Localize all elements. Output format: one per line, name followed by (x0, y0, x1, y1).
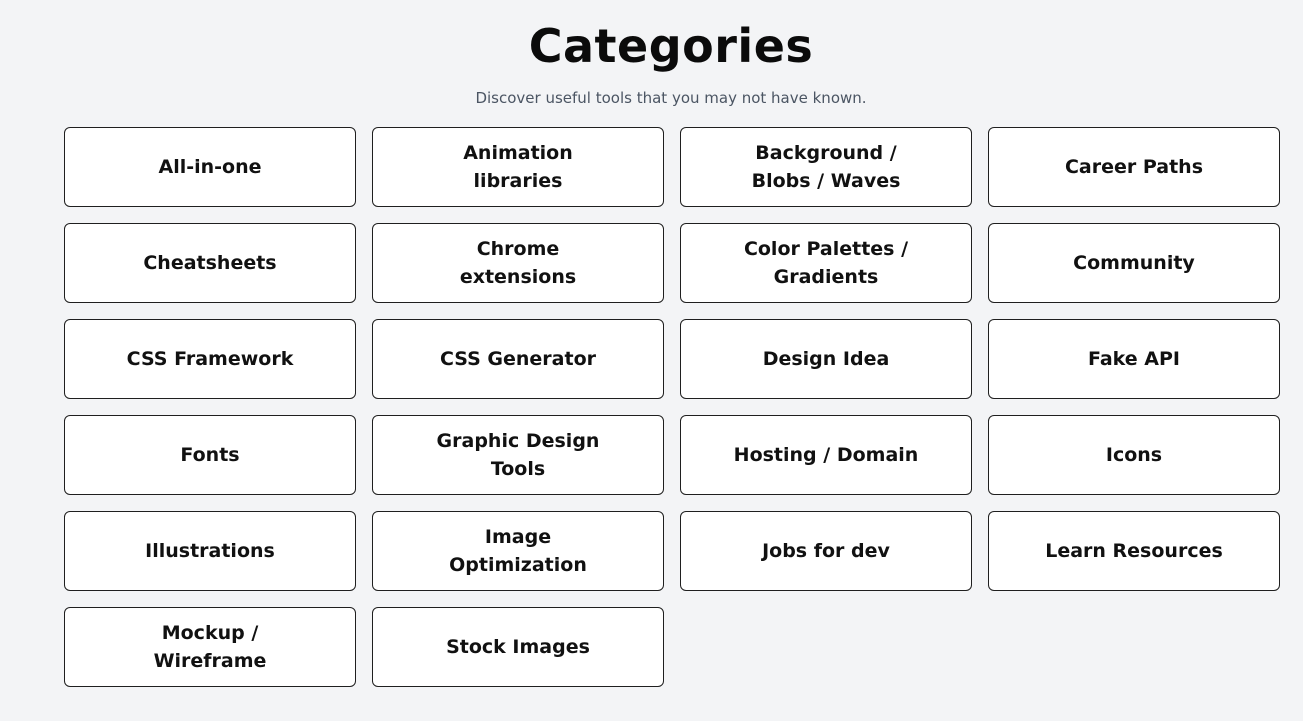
category-card-all-in-one[interactable]: All-in-one (64, 127, 356, 207)
category-card-hosting-domain[interactable]: Hosting / Domain (680, 415, 972, 495)
category-card-career-paths[interactable]: Career Paths (988, 127, 1280, 207)
category-card-icons[interactable]: Icons (988, 415, 1280, 495)
category-grid: All-in-one Animation libraries Backgroun… (64, 127, 1280, 687)
category-card-jobs-for-dev[interactable]: Jobs for dev (680, 511, 972, 591)
category-card-fonts[interactable]: Fonts (64, 415, 356, 495)
category-card-graphic-design-tools[interactable]: Graphic Design Tools (372, 415, 664, 495)
category-card-css-framework[interactable]: CSS Framework (64, 319, 356, 399)
page-title: Categories (528, 19, 814, 73)
category-card-image-optimization[interactable]: Image Optimization (372, 511, 664, 591)
category-card-learn-resources[interactable]: Learn Resources (988, 511, 1280, 591)
category-card-design-idea[interactable]: Design Idea (680, 319, 972, 399)
category-card-mockup-wireframe[interactable]: Mockup / Wireframe (64, 607, 356, 687)
category-card-cheatsheets[interactable]: Cheatsheets (64, 223, 356, 303)
category-card-animation-libraries[interactable]: Animation libraries (372, 127, 664, 207)
category-card-css-generator[interactable]: CSS Generator (372, 319, 664, 399)
category-card-background-blobs-waves[interactable]: Background / Blobs / Waves (680, 127, 972, 207)
page-subtitle: Discover useful tools that you may not h… (475, 89, 867, 107)
category-card-community[interactable]: Community (988, 223, 1280, 303)
category-card-chrome-extensions[interactable]: Chrome extensions (372, 223, 664, 303)
category-card-fake-api[interactable]: Fake API (988, 319, 1280, 399)
category-card-stock-images[interactable]: Stock Images (372, 607, 664, 687)
category-card-illustrations[interactable]: Illustrations (64, 511, 356, 591)
category-card-color-palettes-gradients[interactable]: Color Palettes / Gradients (680, 223, 972, 303)
